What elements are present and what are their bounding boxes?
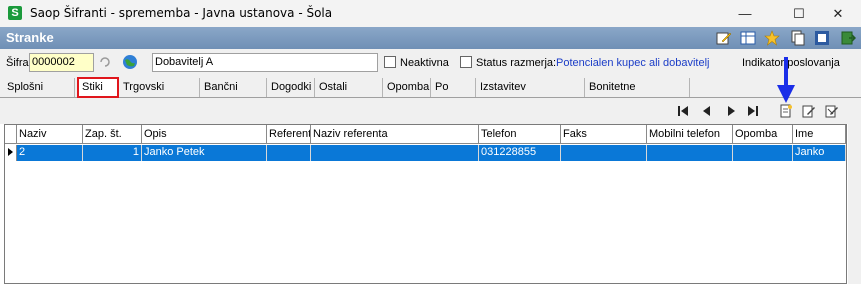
copy-icon[interactable]: [790, 30, 806, 46]
app-icon: S: [8, 6, 22, 20]
current-row-indicator: [5, 145, 17, 161]
tab-dogodki[interactable]: Dogodki: [268, 78, 315, 97]
column-header[interactable]: Zap. št.: [83, 125, 142, 144]
tab-bonitetne-informacije[interactable]: Bonitetne informacije: [586, 78, 690, 111]
cell-ime[interactable]: Janko: [793, 145, 846, 161]
table-icon[interactable]: [740, 30, 756, 46]
cell-zap[interactable]: 1: [83, 145, 142, 161]
tab-strip: Splošni podatki Stiki Trgovski podatki B…: [0, 76, 861, 111]
first-record-icon[interactable]: [676, 104, 690, 118]
exit-icon[interactable]: [840, 30, 856, 46]
cell-naziv-referenta[interactable]: [311, 145, 479, 161]
close-button[interactable]: ✕: [815, 0, 861, 27]
column-header[interactable]: Faks: [561, 125, 647, 144]
section-header: Stranke: [0, 27, 861, 49]
row-pointer-icon: [8, 148, 13, 156]
tab-ostali-podatki[interactable]: Ostali podatki: [316, 78, 383, 111]
export-icon[interactable]: [814, 30, 830, 46]
delete-record-icon[interactable]: [825, 104, 839, 118]
column-header[interactable]: Referent: [267, 125, 311, 144]
tab-opomba[interactable]: Opomba: [384, 78, 431, 97]
title-bar: S Saop Šifranti - sprememba - Javna usta…: [0, 0, 861, 27]
column-header[interactable]: Naziv referenta: [311, 125, 479, 144]
window-title: Saop Šifranti - sprememba - Javna ustano…: [30, 6, 333, 20]
column-header[interactable]: Opis: [142, 125, 267, 144]
header-form: Šifra 0000002 Dobavitelj A Neaktivna Sta…: [0, 49, 861, 77]
tab-po-meri[interactable]: Po meri: [432, 78, 476, 111]
right-panel-margin: [848, 124, 861, 284]
column-header[interactable]: Naziv: [17, 125, 83, 144]
neaktivna-checkbox[interactable]: [384, 56, 396, 68]
column-header[interactable]: Ime: [793, 125, 846, 144]
table-row[interactable]: 2 1 Janko Petek 031228855 Janko: [5, 145, 846, 161]
new-record-icon[interactable]: [779, 104, 793, 118]
globe-icon[interactable]: [122, 54, 138, 70]
cell-telefon[interactable]: 031228855: [479, 145, 561, 161]
section-title: Stranke: [6, 30, 54, 45]
sifra-input[interactable]: 0000002: [29, 53, 94, 72]
next-record-icon[interactable]: [724, 104, 738, 118]
previous-record-icon[interactable]: [700, 104, 714, 118]
cell-opis[interactable]: Janko Petek: [142, 145, 267, 161]
edit-record-icon[interactable]: [802, 104, 816, 118]
edit-icon[interactable]: [716, 30, 732, 46]
name-input[interactable]: Dobavitelj A: [152, 53, 378, 72]
last-record-icon[interactable]: [746, 104, 760, 118]
header-indicator: [5, 125, 17, 144]
contacts-grid: Naziv Zap. št. Opis Referent Naziv refer…: [4, 124, 847, 284]
tab-stiki[interactable]: Stiki: [77, 77, 119, 98]
record-navigator: [0, 98, 861, 124]
status-value: Potencialen kupec ali dobavitelj: [556, 57, 710, 69]
sifra-label: Šifra: [6, 57, 29, 69]
minimize-button[interactable]: —: [722, 0, 768, 27]
status-checkbox[interactable]: [460, 56, 472, 68]
tab-bancni-racuni[interactable]: Bančni računi: [201, 78, 267, 111]
tab-splosni-podatki[interactable]: Splošni podatki: [4, 78, 75, 111]
neaktivna-label: Neaktivna: [400, 57, 449, 69]
refresh-icon[interactable]: [98, 55, 112, 69]
annotation-arrow-icon: [777, 57, 795, 103]
column-header[interactable]: Opomba: [733, 125, 793, 144]
tab-trgovski-podatki[interactable]: Trgovski podatki: [120, 78, 200, 111]
cell-referent[interactable]: [267, 145, 311, 161]
column-header[interactable]: Telefon: [479, 125, 561, 144]
cell-opomba[interactable]: [733, 145, 793, 161]
star-icon[interactable]: [764, 30, 780, 46]
cell-naziv[interactable]: 2: [17, 145, 83, 161]
status-label: Status razmerja:: [476, 57, 557, 69]
cell-mobilni[interactable]: [647, 145, 733, 161]
tab-izstavitev-dokumentov[interactable]: Izstavitev dokumentov: [477, 78, 585, 111]
grid-header: Naziv Zap. št. Opis Referent Naziv refer…: [5, 125, 846, 144]
cell-faks[interactable]: [561, 145, 647, 161]
column-header[interactable]: Mobilni telefon: [647, 125, 733, 144]
